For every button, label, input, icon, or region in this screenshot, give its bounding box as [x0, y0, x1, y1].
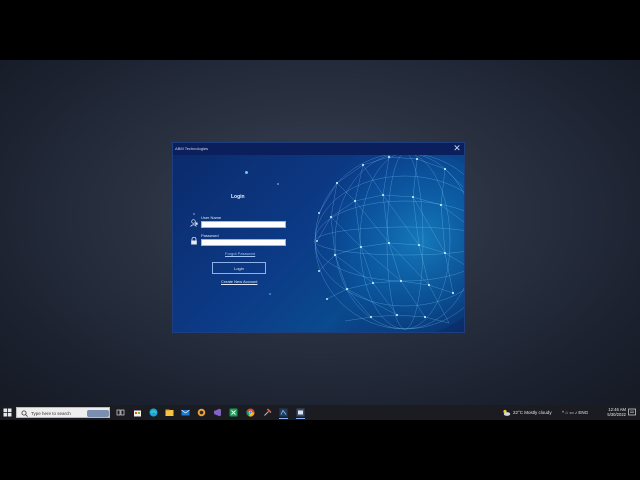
store-icon[interactable] [133, 408, 142, 417]
mail-icon[interactable] [181, 408, 190, 417]
login-window: ABM Technologies ✕ Login User Name Passw… [172, 142, 465, 333]
file-explorer-icon[interactable] [165, 408, 174, 417]
taskbar: Type here to search 22°C Mostly cloudy ^… [0, 405, 640, 420]
decorative-sparkle [245, 171, 248, 174]
search-icon [21, 410, 28, 417]
window-titlebar: ABM Technologies ✕ [173, 143, 464, 155]
taskbar-search-box[interactable]: Type here to search [16, 407, 110, 418]
window-title: ABM Technologies [175, 146, 209, 151]
excel-icon[interactable] [229, 408, 238, 417]
decorative-sparkle [269, 293, 271, 295]
active-indicator [279, 418, 288, 419]
windows-start-icon[interactable] [3, 408, 12, 417]
search-highlight-graphic [87, 410, 109, 417]
weather-cloud-icon[interactable] [502, 408, 511, 417]
task-view-icon[interactable] [116, 408, 125, 417]
user-icon [190, 219, 198, 227]
chrome-icon[interactable] [246, 408, 255, 417]
login-app-icon[interactable] [296, 408, 305, 417]
forgot-password-link[interactable]: Forgot Password [225, 251, 255, 256]
username-label: User Name [201, 215, 222, 220]
password-field[interactable] [201, 239, 286, 246]
login-button[interactable]: Login [212, 262, 266, 274]
edge-icon[interactable] [149, 408, 158, 417]
screen: ABM Technologies ✕ Login User Name Passw… [0, 0, 640, 480]
decorative-sparkle [193, 213, 195, 215]
close-button[interactable]: ✕ [452, 143, 462, 154]
clock[interactable]: 12:46 AM 5/30/2022 [602, 407, 626, 417]
letterbox-bottom [0, 420, 640, 480]
password-label: Password [201, 233, 219, 238]
active-indicator [296, 418, 305, 419]
system-tray: 22°C Mostly cloudy ^ ⌂ ▭ ♪ ENG 12:46 AM … [500, 405, 640, 420]
username-field[interactable] [201, 221, 286, 228]
notification-icon[interactable] [628, 408, 636, 417]
tool-icon[interactable] [263, 408, 272, 417]
visual-studio-icon[interactable] [213, 408, 222, 417]
app-icon[interactable] [197, 408, 206, 417]
app-active-icon[interactable] [279, 408, 288, 417]
login-heading: Login [231, 194, 245, 200]
weather-text[interactable]: 22°C Mostly cloudy [513, 410, 552, 415]
lock-icon [191, 237, 197, 245]
network-globe-graphic [303, 145, 464, 332]
clock-date: 5/30/2022 [607, 412, 626, 418]
tray-icons[interactable]: ^ ⌂ ▭ ♪ ENG [562, 410, 588, 416]
search-placeholder: Type here to search [31, 411, 71, 416]
create-account-link[interactable]: Create New Account [221, 279, 257, 284]
decorative-sparkle [277, 183, 279, 185]
